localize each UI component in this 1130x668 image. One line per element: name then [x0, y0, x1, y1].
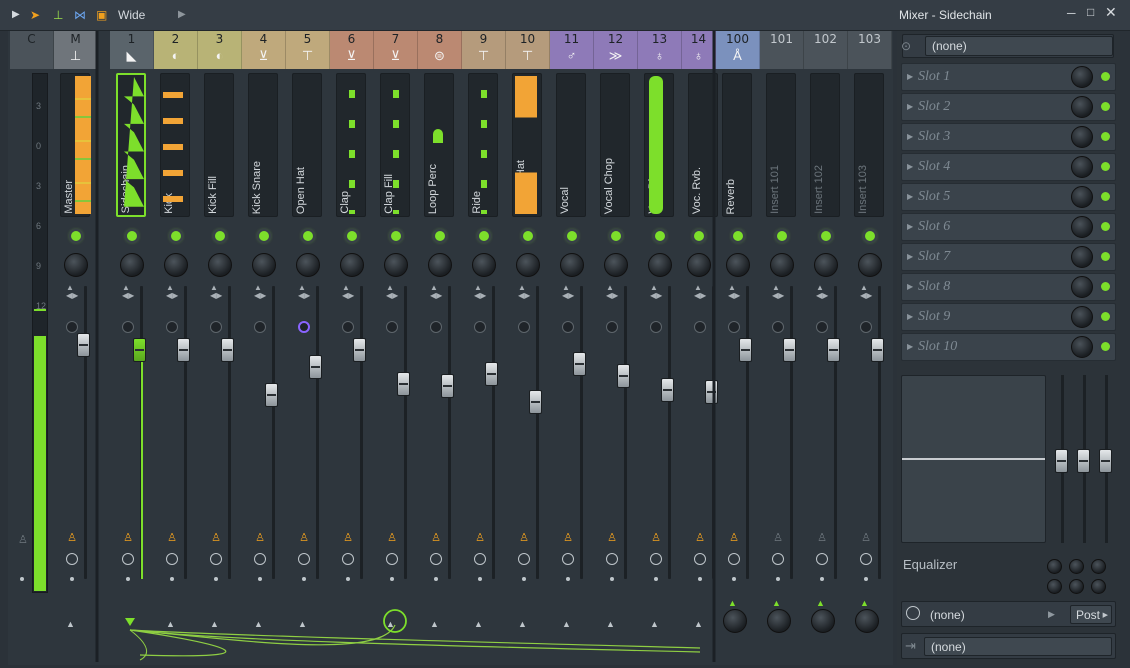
slot-mix-knob[interactable]	[1071, 156, 1093, 178]
output-selector[interactable]: ⇥ (none)	[901, 633, 1116, 659]
effect-slot[interactable]: ▶ Slot 2	[901, 93, 1116, 121]
effect-slot[interactable]: ▶ Slot 10	[901, 333, 1116, 361]
slot-label: Slot 4	[918, 159, 951, 174]
chevron-right-icon[interactable]: ▶	[907, 252, 913, 261]
slot-mix-knob[interactable]	[1071, 66, 1093, 88]
chevron-right-icon[interactable]: ▶	[907, 72, 913, 81]
eq-bw-knob[interactable]	[1047, 579, 1062, 594]
slot-enable-led[interactable]	[1101, 222, 1110, 231]
input-selector[interactable]: ⊙ (none)	[901, 34, 1114, 58]
effect-slot[interactable]: ▶ Slot 1	[901, 63, 1116, 91]
minimize-icon[interactable]: ─	[1067, 6, 1076, 20]
chevron-right-icon[interactable]: ▶	[907, 282, 913, 291]
slot-label: Slot 9	[918, 309, 951, 324]
routing-row[interactable]: (none) ▶ Post ▶	[901, 601, 1116, 627]
slot-mix-knob[interactable]	[1071, 126, 1093, 148]
window-title: Mixer - Sidechain	[899, 8, 992, 22]
slot-enable-led[interactable]	[1101, 342, 1110, 351]
selected-send-ring[interactable]	[383, 609, 407, 633]
slot-mix-knob[interactable]	[1071, 246, 1093, 268]
eq-freq-knob[interactable]	[1069, 559, 1084, 574]
chevron-right-icon[interactable]: ▶	[907, 192, 913, 201]
slot-label: Slot 6	[918, 219, 951, 234]
slot-enable-led[interactable]	[1101, 312, 1110, 321]
slot-mix-knob[interactable]	[1071, 216, 1093, 238]
effect-slot[interactable]: ▶ Slot 8	[901, 273, 1116, 301]
slot-label: Slot 10	[918, 339, 958, 354]
eq-freq-knob[interactable]	[1091, 559, 1106, 574]
eq-graph[interactable]	[901, 375, 1046, 543]
effect-slot[interactable]: ▶ Slot 4	[901, 153, 1116, 181]
slot-enable-led[interactable]	[1101, 102, 1110, 111]
slot-mix-knob[interactable]	[1071, 306, 1093, 328]
chevron-right-icon[interactable]: ▶	[907, 312, 913, 321]
slot-label: Slot 2	[918, 99, 951, 114]
send-arrow-icon[interactable]	[125, 618, 135, 626]
chevron-right-icon[interactable]: ▶	[907, 222, 913, 231]
eq-label: Equalizer	[903, 557, 958, 572]
chevron-right-icon[interactable]: ▶	[907, 132, 913, 141]
effect-slot[interactable]: ▶ Slot 5	[901, 183, 1116, 211]
chevron-right-icon: ▶	[1102, 612, 1108, 619]
slot-label: Slot 8	[918, 279, 951, 294]
output-field[interactable]: (none)	[924, 637, 1112, 656]
route-wire	[129, 629, 701, 649]
input-value: (none)	[932, 39, 967, 53]
chevron-right-icon[interactable]: ▶	[907, 342, 913, 351]
eq-high-fader[interactable]	[1099, 449, 1112, 473]
maximize-icon[interactable]: □	[1087, 5, 1094, 19]
slot-enable-led[interactable]	[1101, 72, 1110, 81]
eq-freq-knob[interactable]	[1047, 559, 1062, 574]
routing-overlay	[95, 31, 716, 662]
effect-slot[interactable]: ▶ Slot 9	[901, 303, 1116, 331]
eq-low-fader[interactable]	[1055, 449, 1068, 473]
mixer-window: ▶ ➤ ⊥ ⋈ ▣ Wide ▶ Mixer - Sidechain ─ □ ✕…	[0, 0, 1130, 668]
output-value: (none)	[931, 640, 966, 654]
effect-slot[interactable]: ▶ Slot 3	[901, 123, 1116, 151]
slot-enable-led[interactable]	[1101, 252, 1110, 261]
slot-label: Slot 3	[918, 129, 951, 144]
slot-mix-knob[interactable]	[1071, 186, 1093, 208]
post-label: Post	[1076, 608, 1101, 622]
eq-mid-fader[interactable]	[1077, 449, 1090, 473]
post-selector[interactable]: Post ▶	[1070, 605, 1112, 624]
effect-slot[interactable]: ▶ Slot 6	[901, 213, 1116, 241]
close-icon[interactable]: ✕	[1105, 4, 1117, 21]
eq-bw-knob[interactable]	[1091, 579, 1106, 594]
output-icon: ⇥	[905, 638, 916, 653]
chevron-right-icon[interactable]: ▶	[907, 102, 913, 111]
input-field[interactable]: (none)	[925, 36, 1113, 56]
title-bar: Mixer - Sidechain ─ □ ✕	[893, 0, 1130, 31]
slot-enable-led[interactable]	[1101, 192, 1110, 201]
slot-label: Slot 1	[918, 69, 951, 84]
slot-enable-led[interactable]	[1101, 132, 1110, 141]
slot-mix-knob[interactable]	[1071, 96, 1093, 118]
slot-label: Slot 5	[918, 189, 951, 204]
insert-panel: ⊙ (none) ▶ Slot 1 ▶ Slot 2 ▶ Slot 3 ▶ Slot 4 ▶ Sl…	[897, 31, 1120, 665]
slot-enable-led[interactable]	[1101, 282, 1110, 291]
chevron-right-icon[interactable]: ▶	[1048, 609, 1055, 620]
effect-slot[interactable]: ▶ Slot 7	[901, 243, 1116, 271]
slot-enable-led[interactable]	[1101, 162, 1110, 171]
slot-mix-knob[interactable]	[1071, 276, 1093, 298]
routing-target: (none)	[930, 608, 965, 622]
slot-mix-knob[interactable]	[1071, 336, 1093, 358]
chevron-right-icon[interactable]: ▶	[907, 162, 913, 171]
eq-bw-knob[interactable]	[1069, 579, 1084, 594]
eq-curve	[902, 458, 1045, 460]
input-icon: ⊙	[901, 39, 912, 53]
clock-icon	[906, 606, 920, 620]
slot-label: Slot 7	[918, 249, 951, 264]
